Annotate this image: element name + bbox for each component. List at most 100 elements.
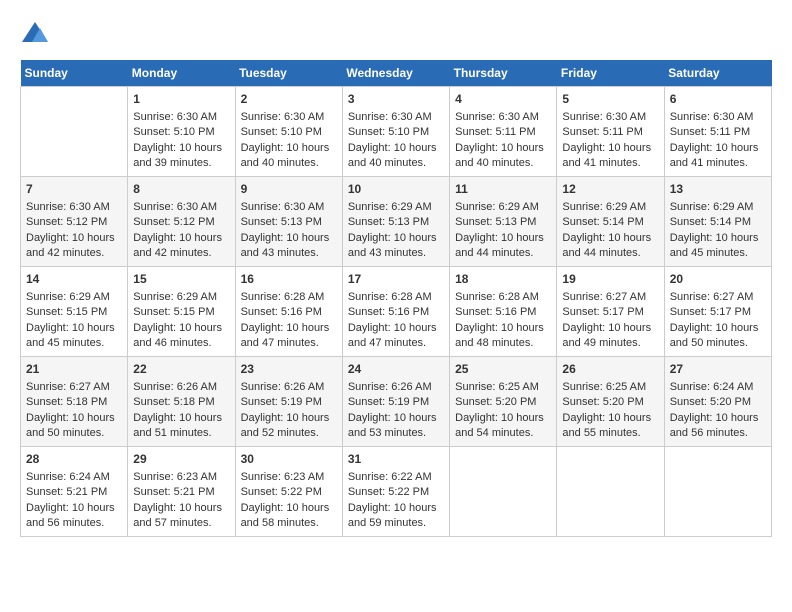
calendar-cell: 7Sunrise: 6:30 AMSunset: 5:12 PMDaylight…: [21, 177, 128, 267]
day-info-line: and 44 minutes.: [562, 246, 658, 261]
calendar-cell: 10Sunrise: 6:29 AMSunset: 5:13 PMDayligh…: [342, 177, 449, 267]
weekday-header: Saturday: [664, 60, 771, 87]
calendar-cell: 31Sunrise: 6:22 AMSunset: 5:22 PMDayligh…: [342, 447, 449, 537]
day-info-line: and 44 minutes.: [455, 246, 551, 261]
day-info-line: Sunset: 5:11 PM: [455, 125, 551, 140]
day-info-line: and 55 minutes.: [562, 426, 658, 441]
day-info-line: Sunrise: 6:29 AM: [26, 290, 122, 305]
calendar-cell: 14Sunrise: 6:29 AMSunset: 5:15 PMDayligh…: [21, 267, 128, 357]
day-info-line: and 42 minutes.: [133, 246, 229, 261]
day-info-line: Sunrise: 6:30 AM: [455, 110, 551, 125]
day-number: 3: [348, 91, 444, 108]
day-info-line: Daylight: 10 hours: [241, 321, 337, 336]
calendar-week-row: 28Sunrise: 6:24 AMSunset: 5:21 PMDayligh…: [21, 447, 772, 537]
calendar-cell: 30Sunrise: 6:23 AMSunset: 5:22 PMDayligh…: [235, 447, 342, 537]
day-info-line: Daylight: 10 hours: [670, 321, 766, 336]
day-info-line: Daylight: 10 hours: [241, 501, 337, 516]
day-info-line: Daylight: 10 hours: [241, 141, 337, 156]
day-info-line: Daylight: 10 hours: [26, 231, 122, 246]
calendar-table: SundayMondayTuesdayWednesdayThursdayFrid…: [20, 60, 772, 537]
day-info-line: Daylight: 10 hours: [562, 321, 658, 336]
day-info-line: Sunset: 5:11 PM: [670, 125, 766, 140]
day-info-line: Sunrise: 6:28 AM: [241, 290, 337, 305]
calendar-week-row: 7Sunrise: 6:30 AMSunset: 5:12 PMDaylight…: [21, 177, 772, 267]
day-info-line: Sunrise: 6:28 AM: [455, 290, 551, 305]
calendar-cell: [450, 447, 557, 537]
day-info-line: Daylight: 10 hours: [348, 501, 444, 516]
day-info-line: Sunrise: 6:30 AM: [26, 200, 122, 215]
calendar-cell: 16Sunrise: 6:28 AMSunset: 5:16 PMDayligh…: [235, 267, 342, 357]
weekday-header: Thursday: [450, 60, 557, 87]
weekday-header: Wednesday: [342, 60, 449, 87]
calendar-cell: 27Sunrise: 6:24 AMSunset: 5:20 PMDayligh…: [664, 357, 771, 447]
day-number: 6: [670, 91, 766, 108]
day-info-line: Sunset: 5:10 PM: [241, 125, 337, 140]
day-info-line: Sunrise: 6:30 AM: [133, 200, 229, 215]
day-info-line: and 56 minutes.: [26, 516, 122, 531]
day-info-line: Daylight: 10 hours: [133, 321, 229, 336]
day-info-line: and 53 minutes.: [348, 426, 444, 441]
day-info-line: Sunset: 5:15 PM: [133, 305, 229, 320]
day-info-line: Daylight: 10 hours: [241, 231, 337, 246]
calendar-cell: [21, 87, 128, 177]
day-info-line: Daylight: 10 hours: [241, 411, 337, 426]
calendar-cell: 21Sunrise: 6:27 AMSunset: 5:18 PMDayligh…: [21, 357, 128, 447]
calendar-cell: 12Sunrise: 6:29 AMSunset: 5:14 PMDayligh…: [557, 177, 664, 267]
day-number: 17: [348, 271, 444, 288]
day-info-line: Sunrise: 6:25 AM: [455, 380, 551, 395]
day-info-line: Daylight: 10 hours: [26, 501, 122, 516]
day-info-line: and 50 minutes.: [670, 336, 766, 351]
day-number: 23: [241, 361, 337, 378]
day-info-line: Sunrise: 6:24 AM: [26, 470, 122, 485]
calendar-cell: 11Sunrise: 6:29 AMSunset: 5:13 PMDayligh…: [450, 177, 557, 267]
calendar-cell: [557, 447, 664, 537]
calendar-cell: 18Sunrise: 6:28 AMSunset: 5:16 PMDayligh…: [450, 267, 557, 357]
day-info-line: Sunrise: 6:26 AM: [348, 380, 444, 395]
calendar-cell: 26Sunrise: 6:25 AMSunset: 5:20 PMDayligh…: [557, 357, 664, 447]
day-info-line: Sunset: 5:13 PM: [455, 215, 551, 230]
day-number: 7: [26, 181, 122, 198]
day-info-line: Daylight: 10 hours: [670, 231, 766, 246]
calendar-cell: 19Sunrise: 6:27 AMSunset: 5:17 PMDayligh…: [557, 267, 664, 357]
day-info-line: Sunset: 5:16 PM: [241, 305, 337, 320]
day-info-line: Sunrise: 6:29 AM: [562, 200, 658, 215]
day-info-line: and 47 minutes.: [241, 336, 337, 351]
calendar-cell: 6Sunrise: 6:30 AMSunset: 5:11 PMDaylight…: [664, 87, 771, 177]
day-info-line: Sunset: 5:22 PM: [348, 485, 444, 500]
calendar-cell: 5Sunrise: 6:30 AMSunset: 5:11 PMDaylight…: [557, 87, 664, 177]
day-info-line: Sunrise: 6:25 AM: [562, 380, 658, 395]
day-info-line: and 52 minutes.: [241, 426, 337, 441]
day-info-line: Sunset: 5:17 PM: [562, 305, 658, 320]
day-info-line: and 51 minutes.: [133, 426, 229, 441]
logo: [20, 20, 54, 50]
day-number: 5: [562, 91, 658, 108]
day-info-line: Daylight: 10 hours: [348, 411, 444, 426]
day-info-line: Sunset: 5:17 PM: [670, 305, 766, 320]
day-info-line: Sunrise: 6:23 AM: [133, 470, 229, 485]
day-info-line: Sunrise: 6:23 AM: [241, 470, 337, 485]
day-number: 29: [133, 451, 229, 468]
day-info-line: Sunrise: 6:26 AM: [133, 380, 229, 395]
day-info-line: and 54 minutes.: [455, 426, 551, 441]
calendar-week-row: 1Sunrise: 6:30 AMSunset: 5:10 PMDaylight…: [21, 87, 772, 177]
day-info-line: Sunrise: 6:22 AM: [348, 470, 444, 485]
day-info-line: Sunrise: 6:29 AM: [455, 200, 551, 215]
day-info-line: Daylight: 10 hours: [26, 321, 122, 336]
day-number: 13: [670, 181, 766, 198]
day-info-line: Daylight: 10 hours: [562, 411, 658, 426]
day-info-line: and 50 minutes.: [26, 426, 122, 441]
day-number: 20: [670, 271, 766, 288]
day-info-line: Sunrise: 6:27 AM: [562, 290, 658, 305]
day-number: 25: [455, 361, 551, 378]
day-info-line: Sunset: 5:21 PM: [26, 485, 122, 500]
day-info-line: Sunrise: 6:29 AM: [348, 200, 444, 215]
day-info-line: Daylight: 10 hours: [670, 141, 766, 156]
day-info-line: and 41 minutes.: [670, 156, 766, 171]
calendar-cell: 15Sunrise: 6:29 AMSunset: 5:15 PMDayligh…: [128, 267, 235, 357]
day-info-line: Daylight: 10 hours: [26, 411, 122, 426]
day-info-line: Sunset: 5:16 PM: [348, 305, 444, 320]
day-info-line: Sunset: 5:14 PM: [562, 215, 658, 230]
day-info-line: Daylight: 10 hours: [133, 411, 229, 426]
day-info-line: and 43 minutes.: [348, 246, 444, 261]
day-info-line: Sunrise: 6:24 AM: [670, 380, 766, 395]
